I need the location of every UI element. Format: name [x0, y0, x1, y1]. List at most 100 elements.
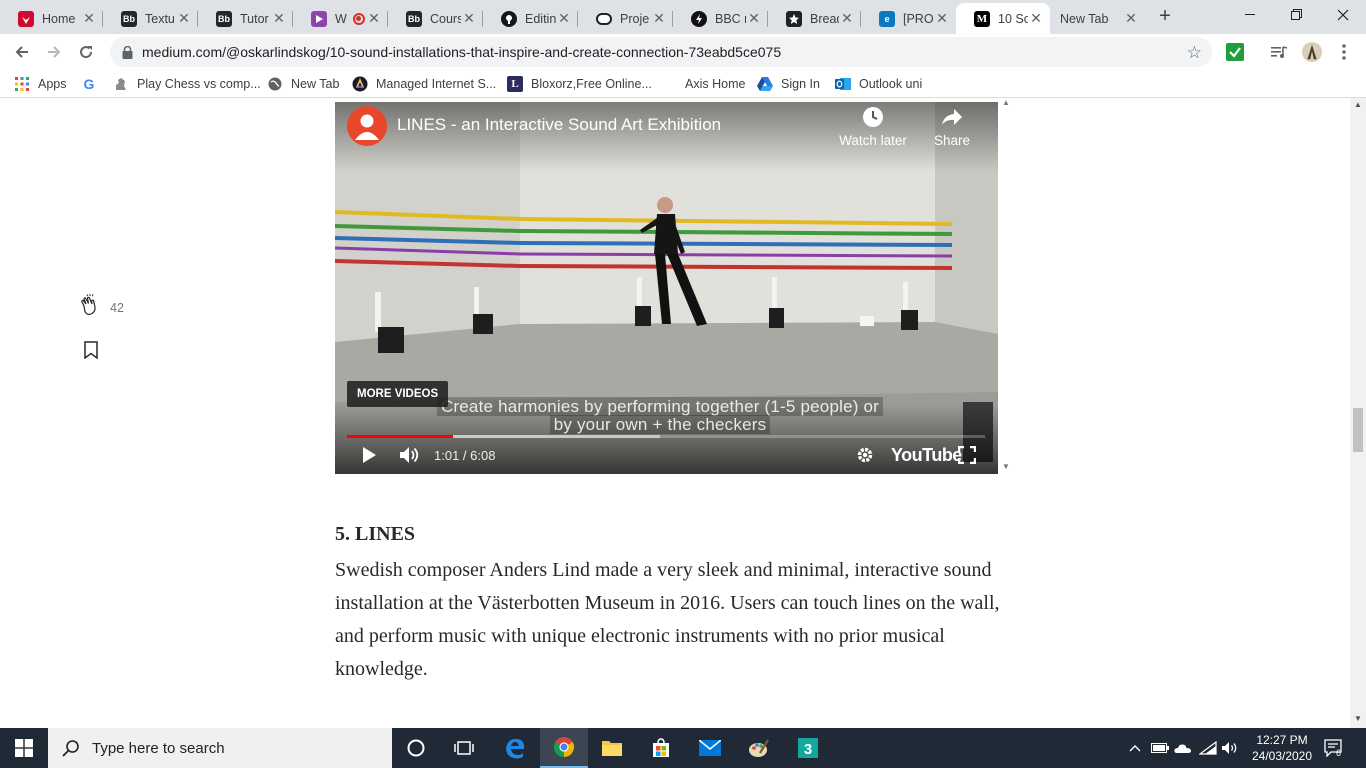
chess-icon [113, 76, 129, 92]
battery-icon[interactable] [1150, 728, 1170, 768]
progress-bar[interactable] [347, 435, 985, 438]
youtube-video-player[interactable]: LINES - an Interactive Sound Art Exhibit… [335, 102, 998, 474]
globe-icon [267, 76, 283, 92]
taskbar-clock[interactable]: 12:27 PM 24/03/2020 [1242, 732, 1322, 764]
bookmark-google[interactable]: G [81, 75, 105, 93]
wifi-icon[interactable] [1198, 728, 1218, 768]
edge-icon[interactable] [491, 728, 539, 768]
bookmark-chess[interactable]: Play Chess vs comp... [113, 75, 261, 93]
close-tab-icon[interactable]: ✕ [1123, 10, 1139, 27]
tab-strip: Home ✕ Bb Textu ✕ Bb Tutor ✕ W ✕ Bb Cour… [0, 0, 1366, 34]
tab-medium-active[interactable]: M 10 So ✕ [956, 3, 1050, 34]
start-button[interactable] [0, 728, 48, 768]
notification-center-icon[interactable]: 6 [1322, 728, 1346, 768]
close-tab-icon[interactable]: ✕ [746, 10, 762, 27]
scroll-down-icon[interactable]: ▼ [1350, 712, 1366, 726]
close-tab-icon[interactable]: ✕ [271, 10, 287, 27]
link-icon [596, 12, 612, 25]
tab-editin[interactable]: Editin ✕ [483, 3, 578, 34]
tab-tutor[interactable]: Bb Tutor ✕ [198, 3, 293, 34]
close-tab-icon[interactable]: ✕ [651, 10, 667, 27]
close-tab-icon[interactable]: ✕ [556, 10, 572, 27]
channel-avatar[interactable] [347, 106, 387, 146]
medium-icon: M [974, 10, 990, 27]
page-content: 42 LINES - an Interactive Sound Art Exhi… [0, 98, 1350, 728]
embed-scroll-down-icon[interactable]: ▼ [1002, 462, 1010, 471]
back-button[interactable] [10, 40, 34, 64]
embed-scrollbar[interactable] [998, 102, 1014, 474]
save-bookmark-icon[interactable] [84, 341, 98, 364]
page-scrollbar[interactable]: ▲ ▼ [1350, 98, 1366, 728]
fullscreen-icon[interactable] [955, 443, 979, 467]
bookmark-star-icon[interactable]: ☆ [1187, 43, 1202, 63]
task-view-icon[interactable] [440, 728, 488, 768]
new-tab-button[interactable]: + [1155, 6, 1175, 26]
video-time: 1:01 / 6:08 [434, 448, 496, 463]
tab-bread[interactable]: Bread ✕ [768, 3, 861, 34]
tab-home[interactable]: Home ✕ [0, 3, 103, 34]
tab-proje[interactable]: Proje ✕ [578, 3, 673, 34]
media-control-icon[interactable] [1269, 42, 1289, 62]
close-tab-icon[interactable]: ✕ [839, 10, 855, 27]
bookmark-axis-home[interactable]: Axis Home [661, 75, 745, 93]
restore-button[interactable] [1274, 0, 1320, 30]
play-button[interactable] [357, 443, 381, 467]
close-tab-icon[interactable]: ✕ [1028, 10, 1044, 27]
chrome-icon[interactable] [540, 728, 588, 768]
close-tab-icon[interactable]: ✕ [176, 10, 192, 27]
clap-icon[interactable] [78, 293, 102, 322]
store-icon[interactable] [637, 728, 685, 768]
close-tab-icon[interactable]: ✕ [461, 10, 477, 27]
clock-icon [862, 107, 884, 131]
close-tab-icon[interactable]: ✕ [81, 10, 97, 27]
minimize-button[interactable] [1228, 0, 1274, 30]
tab-cours[interactable]: Bb Cours ✕ [388, 3, 483, 34]
url-text[interactable]: medium.com/@oskarlindskog/10-sound-insta… [142, 44, 781, 60]
checkmark-extension-icon[interactable] [1225, 42, 1245, 62]
tab-media[interactable]: W ✕ [293, 3, 388, 34]
onedrive-icon[interactable] [1173, 728, 1193, 768]
lock-icon[interactable] [120, 45, 134, 59]
menu-kebab-icon[interactable] [1334, 42, 1354, 62]
scroll-up-icon[interactable]: ▲ [1350, 98, 1366, 112]
cortana-icon[interactable] [392, 728, 440, 768]
embed-scroll-up-icon[interactable]: ▲ [1002, 98, 1010, 107]
bookmark-sign-in[interactable]: Sign In [757, 75, 820, 93]
close-tab-icon[interactable]: ✕ [934, 10, 950, 27]
address-bar[interactable]: medium.com/@oskarlindskog/10-sound-insta… [110, 37, 1212, 67]
tab-bbc[interactable]: BBC n ✕ [673, 3, 768, 34]
bookmark-apps[interactable]: Apps [14, 75, 67, 93]
bookmark-managed-internet[interactable]: Managed Internet S... [352, 75, 496, 93]
bookmark-outlook[interactable]: Outlook uni [835, 75, 922, 93]
notification-count: 6 [1336, 748, 1342, 758]
bookmark-new-tab[interactable]: New Tab [267, 75, 339, 93]
video-title[interactable]: LINES - an Interactive Sound Art Exhibit… [397, 115, 721, 135]
blackboard-icon: Bb [121, 10, 137, 27]
close-tab-icon[interactable]: ✕ [366, 10, 382, 27]
clap-button[interactable]: 42 [78, 293, 124, 322]
3d-viewer-icon[interactable]: 3 [784, 728, 832, 768]
tab-pro[interactable]: e [PRO. ✕ [861, 3, 956, 34]
youtube-logo[interactable]: YouTube [891, 445, 962, 466]
volume-button[interactable] [397, 443, 423, 467]
watch-later-button[interactable]: Watch later [838, 106, 908, 148]
settings-gear-icon[interactable] [853, 443, 877, 467]
scroll-thumb[interactable] [1353, 408, 1363, 452]
show-hidden-icons[interactable] [1126, 728, 1144, 768]
tab-new-tab[interactable]: New Tab ✕ [1050, 3, 1145, 34]
mail-icon[interactable] [686, 728, 734, 768]
forward-button[interactable] [42, 40, 66, 64]
video-caption: Create harmonies by performing together … [395, 397, 925, 434]
volume-tray-icon[interactable] [1220, 728, 1240, 768]
reload-button[interactable] [74, 40, 98, 64]
profile-avatar[interactable] [1302, 42, 1322, 62]
more-videos-button[interactable]: MORE VIDEOS [347, 381, 449, 407]
paint-icon[interactable] [735, 728, 783, 768]
close-window-button[interactable] [1320, 0, 1366, 30]
bookmarks-bar: Apps G Play Chess vs comp... New Tab Man… [0, 70, 1366, 98]
bookmark-bloxorz[interactable]: L Bloxorz,Free Online... [507, 75, 652, 93]
tab-textu[interactable]: Bb Textu ✕ [103, 3, 198, 34]
file-explorer-icon[interactable] [588, 728, 636, 768]
taskbar-search[interactable]: Type here to search [48, 728, 392, 768]
share-button[interactable]: Share [917, 106, 987, 148]
